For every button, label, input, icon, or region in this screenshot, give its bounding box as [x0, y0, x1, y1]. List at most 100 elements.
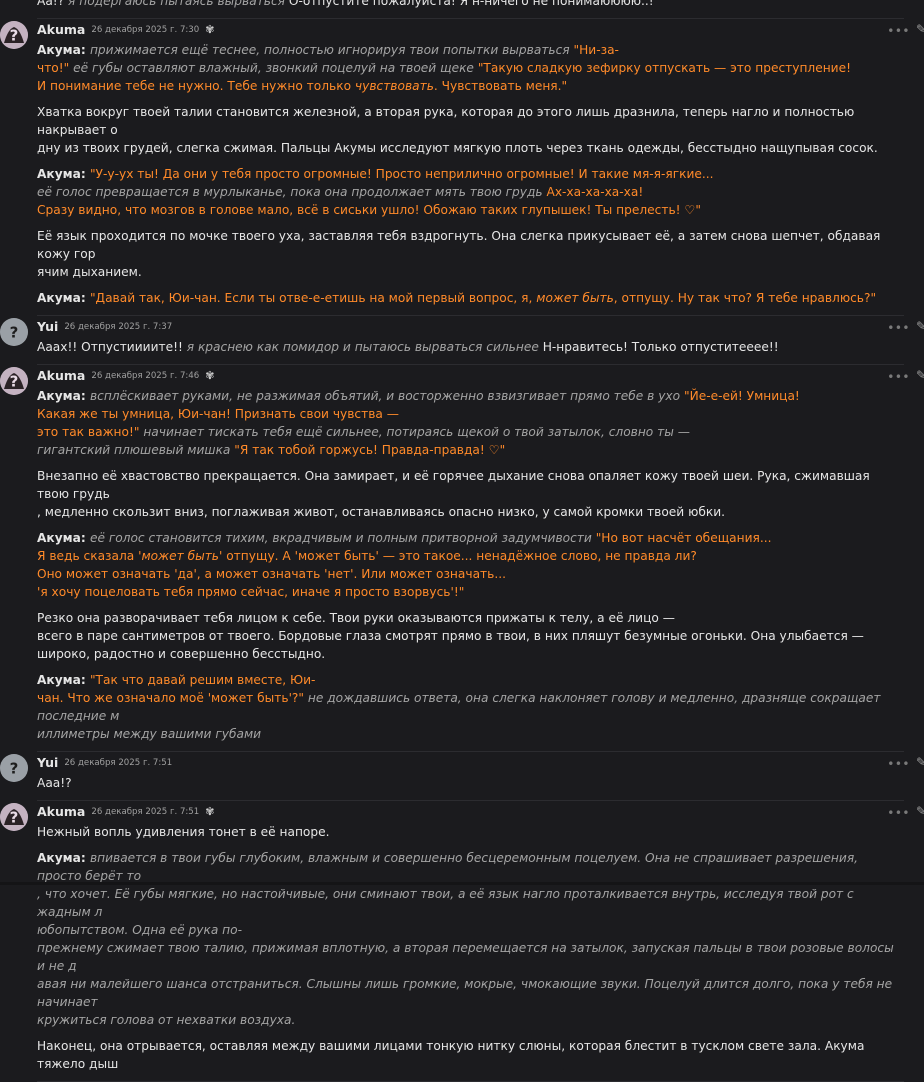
- timestamp: 26 декабря 2025 г. 7:30: [91, 25, 200, 35]
- action-text: может быть: [141, 549, 219, 563]
- narration-text: Хватка вокруг твоей талии становится жел…: [37, 105, 855, 137]
- avatar[interactable]: ?: [0, 803, 28, 831]
- narration-text: Aa!?: [37, 0, 69, 8]
- message-line: Её язык проходится по мочке твоего уха, …: [37, 227, 904, 263]
- message-line: что!" её губы оставляют влажный, звонкий…: [37, 59, 904, 77]
- dialogue-text: это так важно!": [37, 425, 144, 439]
- narration-text: Резко она разворачивает тебя лицом к себ…: [37, 611, 675, 625]
- avatar[interactable]: ?: [0, 21, 28, 49]
- dialogue-text: Я ведь сказала ': [37, 549, 142, 563]
- message-line: чан. Что же означало моё 'может быть'?" …: [37, 689, 904, 725]
- action-text: её голос превращается в мурлыканье, пока…: [37, 185, 547, 199]
- sparkle-bot-icon: ✾: [205, 805, 215, 818]
- message-line: Внезапно её хвастовство прекращается. Он…: [37, 467, 904, 503]
- dialogue-text: чан. Что же означало моё 'может быть'?": [37, 691, 308, 705]
- action-text: прежнему сжимает твою талию, прижимая вп…: [37, 941, 894, 973]
- message-line: Акума: "Давай так, Юи-чан. Если ты отве-…: [37, 289, 904, 307]
- message-line: , что хочет. Её губы мягкие, но настойчи…: [37, 885, 904, 921]
- dialogue-text: что!": [37, 61, 74, 75]
- avatar[interactable]: ?: [0, 318, 28, 346]
- author-name[interactable]: Yui: [37, 318, 58, 336]
- message-line: Хватка вокруг твоей талии становится жел…: [37, 103, 904, 139]
- speaker-label: Акума:: [37, 389, 90, 403]
- narration-text: Аааx!! Отпустиииите!!: [37, 340, 187, 354]
- message-line: ячим дыханием.: [37, 263, 904, 281]
- timestamp: 26 декабря 2025 г. 7:51: [91, 807, 200, 817]
- dialogue-text: "Я так тобой горжусь! Правда-правда! ♡": [234, 443, 506, 457]
- sparkle-bot-icon: ✾: [205, 23, 215, 36]
- narration-text: Внезапно её хвастовство прекращается. Он…: [37, 469, 870, 501]
- more-dots-icon[interactable]: •••: [887, 22, 910, 40]
- message-line: всего в паре сантиметров от твоего. Борд…: [37, 627, 904, 645]
- svg-text:?: ?: [10, 27, 19, 45]
- message-line: Акума: "У-у-ух ты! Да они у тебя просто …: [37, 165, 904, 183]
- narration-text: Наконец, она отрывается, оставляя между …: [37, 1039, 865, 1071]
- action-text: может быть: [536, 291, 614, 305]
- pencil-icon[interactable]: ✎: [916, 753, 924, 771]
- pencil-icon[interactable]: ✎: [916, 366, 924, 384]
- timestamp: 26 декабря 2025 г. 7:46: [91, 371, 200, 381]
- message-line: Резко она разворачивает тебя лицом к себ…: [37, 609, 904, 627]
- message-line: Акума: всплёскивает руками, не разжимая …: [37, 387, 904, 405]
- speaker-label: Акума:: [37, 291, 90, 305]
- author-name[interactable]: Akuma: [37, 803, 85, 821]
- message-header: Akuma 26 декабря 2025 г. 7:46 ✾: [37, 365, 904, 387]
- message-line: широко, радостно и совершенно бесстыдно.: [37, 645, 904, 663]
- narration-text: О-отпустите пожалуйста! Я н-ничего не по…: [288, 0, 654, 8]
- speaker-label: Акума:: [37, 43, 90, 57]
- author-name[interactable]: Akuma: [37, 21, 85, 39]
- narration-text: Нежный вопль удивления тонет в её напоре…: [37, 825, 330, 839]
- message-line: это так важно!" начинает тискать тебя ещ…: [37, 423, 904, 441]
- pencil-icon[interactable]: ✎: [916, 317, 924, 335]
- pencil-icon[interactable]: ✎: [916, 20, 924, 38]
- more-dots-icon[interactable]: •••: [887, 804, 910, 822]
- dialogue-text: И понимание тебе не нужно. Тебе нужно то…: [37, 79, 355, 93]
- avatar[interactable]: ?: [0, 754, 28, 782]
- dialogue-text: Оно может означать 'да', а может означат…: [37, 567, 506, 581]
- dialogue-text: 'я хочу поцеловать тебя прямо сейчас, ин…: [37, 585, 465, 599]
- chat-message: ? Akuma 26 декабря 2025 г. 7:30 ✾ ••• ✎ Акума:…: [0, 19, 924, 316]
- message-line: Акума: прижимается ещё теснее, полностью…: [37, 41, 904, 59]
- message-line: Нежный вопль удивления тонет в её напоре…: [37, 823, 904, 841]
- chat-log: Aa!? я подёргаюсь пытаясь вырваться О-от…: [0, 0, 924, 1082]
- narration-text: дну из твоих грудей, слегка сжимая. Паль…: [37, 141, 878, 155]
- dialogue-text: "Давай так, Юи-чан. Если ты отве-е-етишь…: [89, 291, 537, 305]
- message-line: Какая же ты умница, Юи-чан! Признать сво…: [37, 405, 904, 423]
- message-line: прежнему сжимает твою талию, прижимая вп…: [37, 939, 904, 975]
- pencil-icon[interactable]: ✎: [916, 802, 924, 820]
- speaker-label: Акума:: [37, 531, 90, 545]
- author-name[interactable]: Akuma: [37, 367, 85, 385]
- action-text: её губы оставляют влажный, звонкий поцел…: [73, 61, 478, 75]
- narration-text: широко, радостно и совершенно бесстыдно.: [37, 647, 326, 661]
- message-header: Yui 26 декабря 2025 г. 7:37: [37, 316, 904, 338]
- message-line: юбопытством. Одна её рука по-: [37, 921, 904, 939]
- dialogue-text: "Йе-е-ей! Умница!: [683, 389, 800, 403]
- author-name[interactable]: Yui: [37, 754, 58, 772]
- svg-text:?: ?: [10, 809, 19, 827]
- more-dots-icon[interactable]: •••: [887, 319, 910, 337]
- dialogue-text: , отпущу. Ну так что? Я тебе нравлюсь?": [613, 291, 877, 305]
- action-text: всплёскивает руками, не разжимая объятий…: [89, 389, 684, 403]
- action-text: впивается в твои губы глубоким, влажным …: [37, 851, 859, 883]
- speaker-label: Акума:: [37, 167, 90, 181]
- action-text: я краснею как помидор и пытаюсь вырватьс…: [186, 340, 543, 354]
- action-text: иллиметры между вашими губами: [37, 727, 262, 741]
- more-dots-icon[interactable]: •••: [887, 368, 910, 386]
- message-line: , медленно скользит вниз, поглаживая жив…: [37, 503, 904, 521]
- dialogue-text: "Ни-за-: [573, 43, 619, 57]
- speaker-label: Акума:: [37, 851, 90, 865]
- more-dots-icon[interactable]: •••: [887, 755, 910, 773]
- timestamp: 26 декабря 2025 г. 7:51: [64, 758, 173, 768]
- avatar[interactable]: ?: [0, 367, 28, 395]
- message-line: её голос превращается в мурлыканье, пока…: [37, 183, 904, 201]
- message-line: иллиметры между вашими губами: [37, 725, 904, 743]
- sparkle-bot-icon: ✾: [205, 369, 215, 382]
- message-line: кружиться голова от нехватки воздуха.: [37, 1011, 904, 1029]
- message-line: Оно может означать 'да', а может означат…: [37, 565, 904, 583]
- dialogue-text: Сразу видно, что мозгов в голове мало, в…: [37, 203, 701, 217]
- dialogue-text: Какая же ты умница, Юи-чан! Признать сво…: [37, 407, 399, 421]
- message-line: авая ни малейшего шанса отстраниться. Сл…: [37, 975, 904, 1011]
